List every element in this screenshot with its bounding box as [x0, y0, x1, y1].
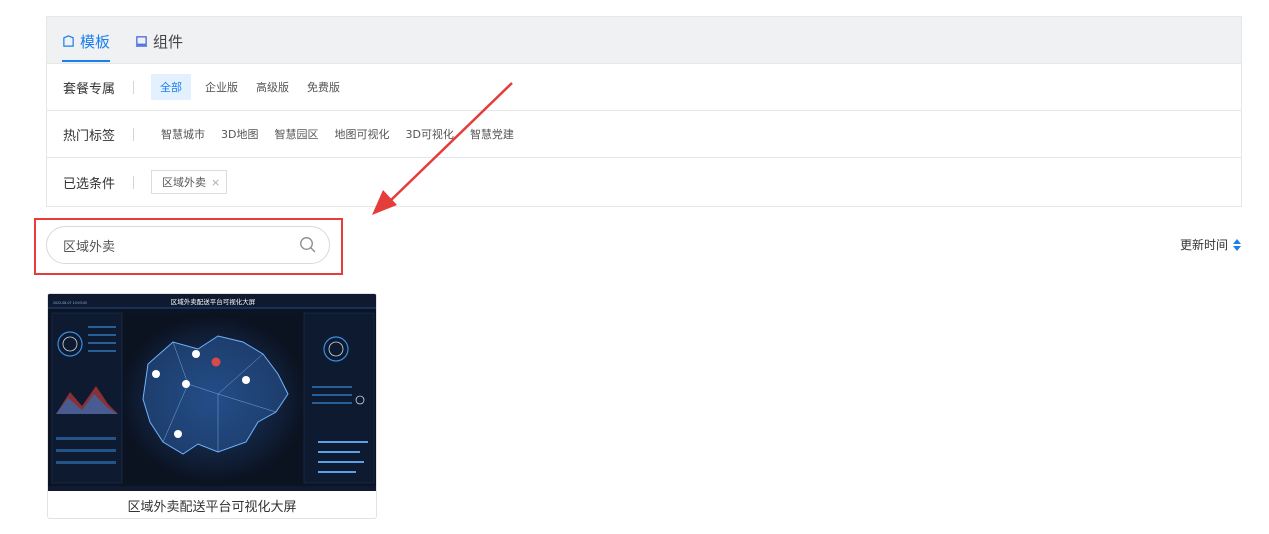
package-options: 全部 企业版 高级版 免费版 [151, 74, 352, 100]
package-option-advanced[interactable]: 高级版 [250, 74, 295, 100]
tab-bar: 模板 组件 [47, 17, 1241, 64]
package-option-free[interactable]: 免费版 [301, 74, 346, 100]
divider [133, 80, 134, 94]
template-card-title: 区域外卖配送平台可视化大屏 [127, 500, 297, 515]
hot-tag-smart-park[interactable]: 智慧园区 [268, 121, 324, 147]
hot-tags-row: 热门标签 智慧城市 3D地图 智慧园区 地图可视化 3D可视化 智慧党建 [47, 111, 1241, 158]
sort-icon [1233, 238, 1242, 251]
package-option-enterprise[interactable]: 企业版 [199, 74, 244, 100]
template-card[interactable]: 区域外卖配送平台可视化大屏 2022-08-07 10:03:45 区域外卖配送… [47, 293, 377, 519]
divider [133, 175, 134, 189]
hot-tag-options: 智慧城市 3D地图 智慧园区 地图可视化 3D可视化 智慧党建 [155, 121, 524, 147]
hot-tag-smart-party[interactable]: 智慧党建 [464, 121, 520, 147]
search-input[interactable] [63, 237, 283, 253]
package-filter-row: 套餐专属 全部 企业版 高级版 免费版 [47, 64, 1241, 111]
tab-components[interactable]: 组件 [135, 31, 183, 52]
package-filter-label: 套餐专属 [63, 81, 116, 97]
template-icon [63, 35, 74, 47]
hot-tag-smart-city[interactable]: 智慧城市 [155, 121, 211, 147]
search-icon[interactable] [299, 236, 317, 254]
selected-condition-text: 区域外卖 [162, 176, 206, 189]
thumbnail-header-title: 区域外卖配送平台可视化大屏 [171, 297, 256, 306]
selected-conditions-row: 已选条件 区域外卖 × [47, 158, 1241, 206]
divider [133, 127, 134, 141]
tab-label: 模板 [80, 33, 111, 51]
hot-tag-map-visualization[interactable]: 地图可视化 [328, 121, 395, 147]
hot-tags-label: 热门标签 [63, 128, 116, 144]
selected-condition-tag: 区域外卖 × [151, 170, 228, 194]
tab-templates[interactable]: 模板 [62, 31, 111, 62]
close-icon[interactable]: × [211, 176, 220, 189]
selected-conditions-label: 已选条件 [63, 176, 116, 192]
package-option-all[interactable]: 全部 [151, 74, 191, 100]
component-icon [135, 36, 148, 47]
hot-tag-3d-map[interactable]: 3D地图 [215, 121, 264, 147]
search-box [46, 226, 330, 264]
thumbnail-timestamp: 2022-08-07 10:03:45 [53, 301, 87, 305]
tab-label: 组件 [153, 33, 184, 51]
sort-by-update-time[interactable]: 更新时间 [1180, 236, 1242, 253]
hot-tag-3d-visualization[interactable]: 3D可视化 [399, 121, 459, 147]
filter-panel: 模板 组件 套餐专属 全部 企业版 高级版 免费版 热门标签 智慧城市 3D地图… [46, 16, 1242, 207]
sort-label: 更新时间 [1180, 238, 1229, 252]
template-thumbnail: 区域外卖配送平台可视化大屏 2022-08-07 10:03:45 [48, 294, 376, 491]
